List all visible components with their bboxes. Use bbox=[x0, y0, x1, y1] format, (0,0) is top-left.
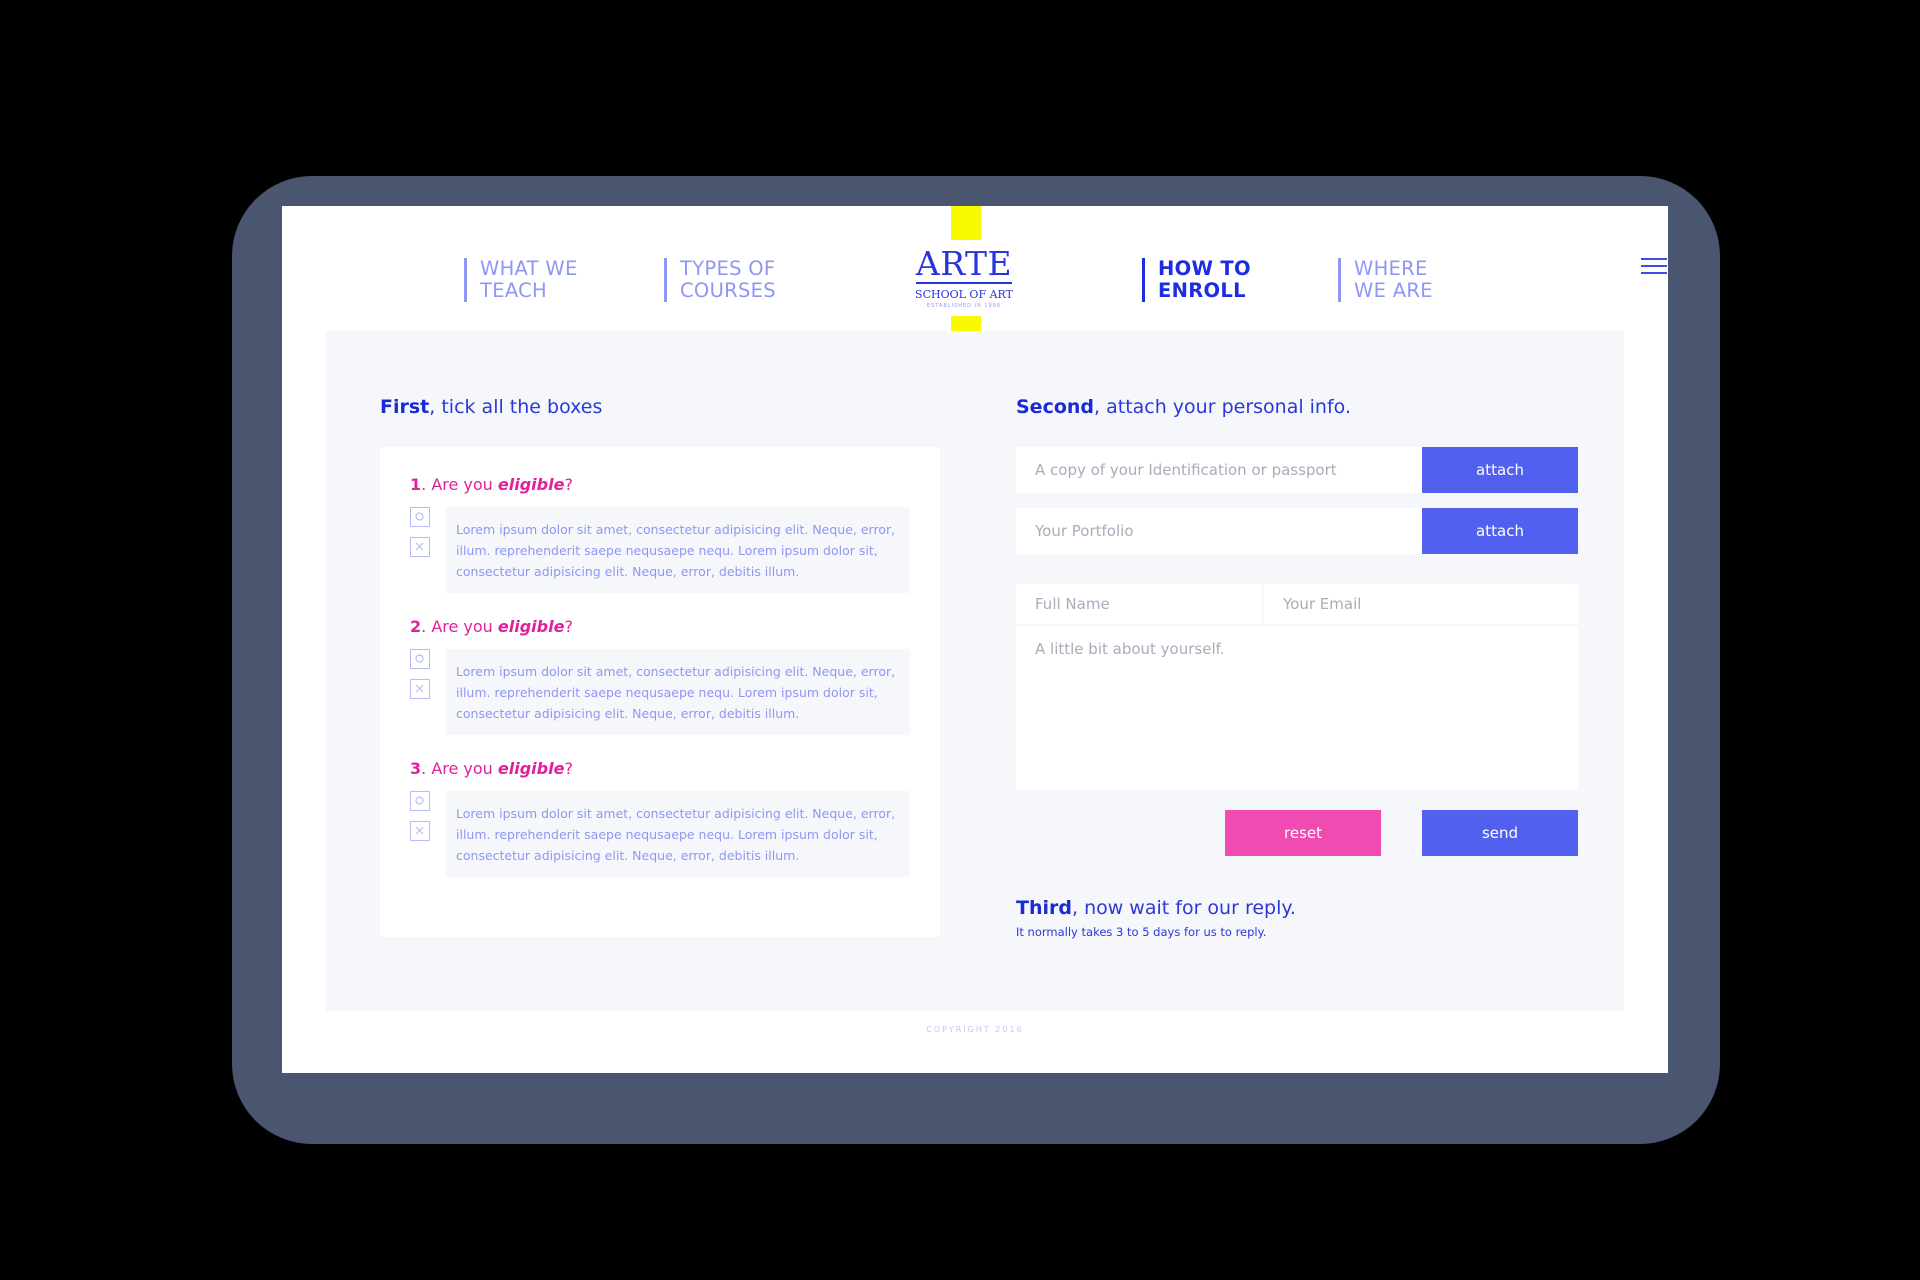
email-field[interactable] bbox=[1264, 584, 1578, 624]
step-third-bold: Third bbox=[1016, 897, 1072, 919]
step-first-bold: First bbox=[380, 396, 430, 418]
question-emphasis: eligible bbox=[497, 759, 565, 778]
website-screen: WHAT WE TEACH TYPES OF COURSES ARTE SCHO… bbox=[282, 206, 1668, 1073]
send-button[interactable]: send bbox=[1422, 810, 1578, 856]
question-title: 3. Are you eligible? bbox=[410, 759, 910, 779]
question-prefix: . Are you bbox=[421, 617, 498, 636]
cross-option-checkbox[interactable] bbox=[410, 537, 430, 557]
nav-label-line1: WHERE bbox=[1354, 257, 1428, 280]
logo-subtitle: SCHOOL OF ART bbox=[915, 288, 1013, 301]
cross-option-checkbox[interactable] bbox=[410, 821, 430, 841]
step-second-bold: Second bbox=[1016, 396, 1095, 418]
cross-icon bbox=[415, 684, 424, 693]
question-suffix: ? bbox=[564, 759, 573, 778]
question-description: Lorem ipsum dolor sit amet, consectetur … bbox=[446, 507, 910, 593]
cross-icon bbox=[415, 542, 424, 551]
question-emphasis: eligible bbox=[497, 617, 565, 636]
nav-label-line1: WHAT WE bbox=[480, 257, 578, 280]
question-description: Lorem ipsum dolor sit amet, consectetur … bbox=[446, 649, 910, 735]
about-yourself-textarea[interactable] bbox=[1016, 626, 1578, 790]
question-title: 2. Are you eligible? bbox=[410, 617, 910, 637]
circle-option-checkbox[interactable] bbox=[410, 649, 430, 669]
question-3: 3. Are you eligible? Lorem ipsum dolor s… bbox=[410, 759, 910, 877]
copyright-text: COPYRIGHT 2016 bbox=[926, 1025, 1024, 1034]
nav-label-line2: ENROLL bbox=[1158, 279, 1246, 302]
step-second-text: , attach your personal info. bbox=[1094, 396, 1351, 418]
question-prefix: . Are you bbox=[421, 759, 498, 778]
question-2: 2. Are you eligible? Lorem ipsum dolor s… bbox=[410, 617, 910, 735]
nav-label-line2: WE ARE bbox=[1354, 279, 1433, 302]
nav-where-we-are[interactable]: WHERE WE ARE bbox=[1338, 258, 1433, 302]
circle-icon bbox=[415, 654, 424, 663]
arte-logo[interactable]: ARTE SCHOOL OF ART ESTABLISHED IN 1986 bbox=[914, 206, 1014, 350]
nav-label-line2: COURSES bbox=[680, 279, 776, 302]
question-1: 1. Are you eligible? Lorem ipsum dolor s… bbox=[410, 475, 910, 593]
circle-option-checkbox[interactable] bbox=[410, 791, 430, 811]
identification-field[interactable] bbox=[1016, 447, 1422, 493]
questions-card: 1. Are you eligible? Lorem ipsum dolor s… bbox=[380, 447, 940, 937]
logo-ribbon-top bbox=[951, 206, 981, 240]
full-name-field[interactable] bbox=[1016, 584, 1262, 624]
cross-icon bbox=[415, 826, 424, 835]
nav-label-line1: TYPES OF bbox=[680, 257, 776, 280]
step-first-title: First, tick all the boxes bbox=[380, 395, 602, 419]
nav-how-to-enroll[interactable]: HOW TO ENROLL bbox=[1142, 258, 1251, 302]
circle-icon bbox=[415, 796, 424, 805]
question-number: 3 bbox=[410, 759, 422, 778]
step-third-title: Third, now wait for our reply. bbox=[1016, 896, 1296, 920]
nav-types-of-courses[interactable]: TYPES OF COURSES bbox=[664, 258, 776, 302]
question-suffix: ? bbox=[564, 475, 573, 494]
question-description: Lorem ipsum dolor sit amet, consectetur … bbox=[446, 791, 910, 877]
reply-time-note: It normally takes 3 to 5 days for us to … bbox=[1016, 925, 1267, 939]
nav-label-line2: TEACH bbox=[480, 279, 548, 302]
circle-icon bbox=[415, 512, 424, 521]
question-prefix: . Are you bbox=[421, 475, 498, 494]
circle-option-checkbox[interactable] bbox=[410, 507, 430, 527]
logo-title: ARTE bbox=[915, 244, 1013, 284]
step-first-text: , tick all the boxes bbox=[429, 396, 603, 418]
portfolio-field[interactable] bbox=[1016, 508, 1422, 554]
reset-button[interactable]: reset bbox=[1225, 810, 1381, 856]
logo-established: ESTABLISHED IN 1986 bbox=[926, 303, 1002, 309]
question-number: 2 bbox=[410, 617, 422, 636]
step-second-title: Second, attach your personal info. bbox=[1016, 395, 1351, 419]
nav-what-we-teach[interactable]: WHAT WE TEACH bbox=[464, 258, 578, 302]
attach-portfolio-button[interactable]: attach bbox=[1422, 508, 1578, 554]
question-emphasis: eligible bbox=[497, 475, 565, 494]
question-title: 1. Are you eligible? bbox=[410, 475, 910, 495]
hamburger-menu-icon[interactable] bbox=[1641, 258, 1667, 278]
question-number: 1 bbox=[410, 475, 422, 494]
nav-label-line1: HOW TO bbox=[1158, 257, 1251, 280]
attach-identification-button[interactable]: attach bbox=[1422, 447, 1578, 493]
question-suffix: ? bbox=[564, 617, 573, 636]
enroll-panel: First, tick all the boxes 1. Are you eli… bbox=[326, 331, 1624, 1011]
step-third-text: , now wait for our reply. bbox=[1071, 897, 1296, 919]
cross-option-checkbox[interactable] bbox=[410, 679, 430, 699]
